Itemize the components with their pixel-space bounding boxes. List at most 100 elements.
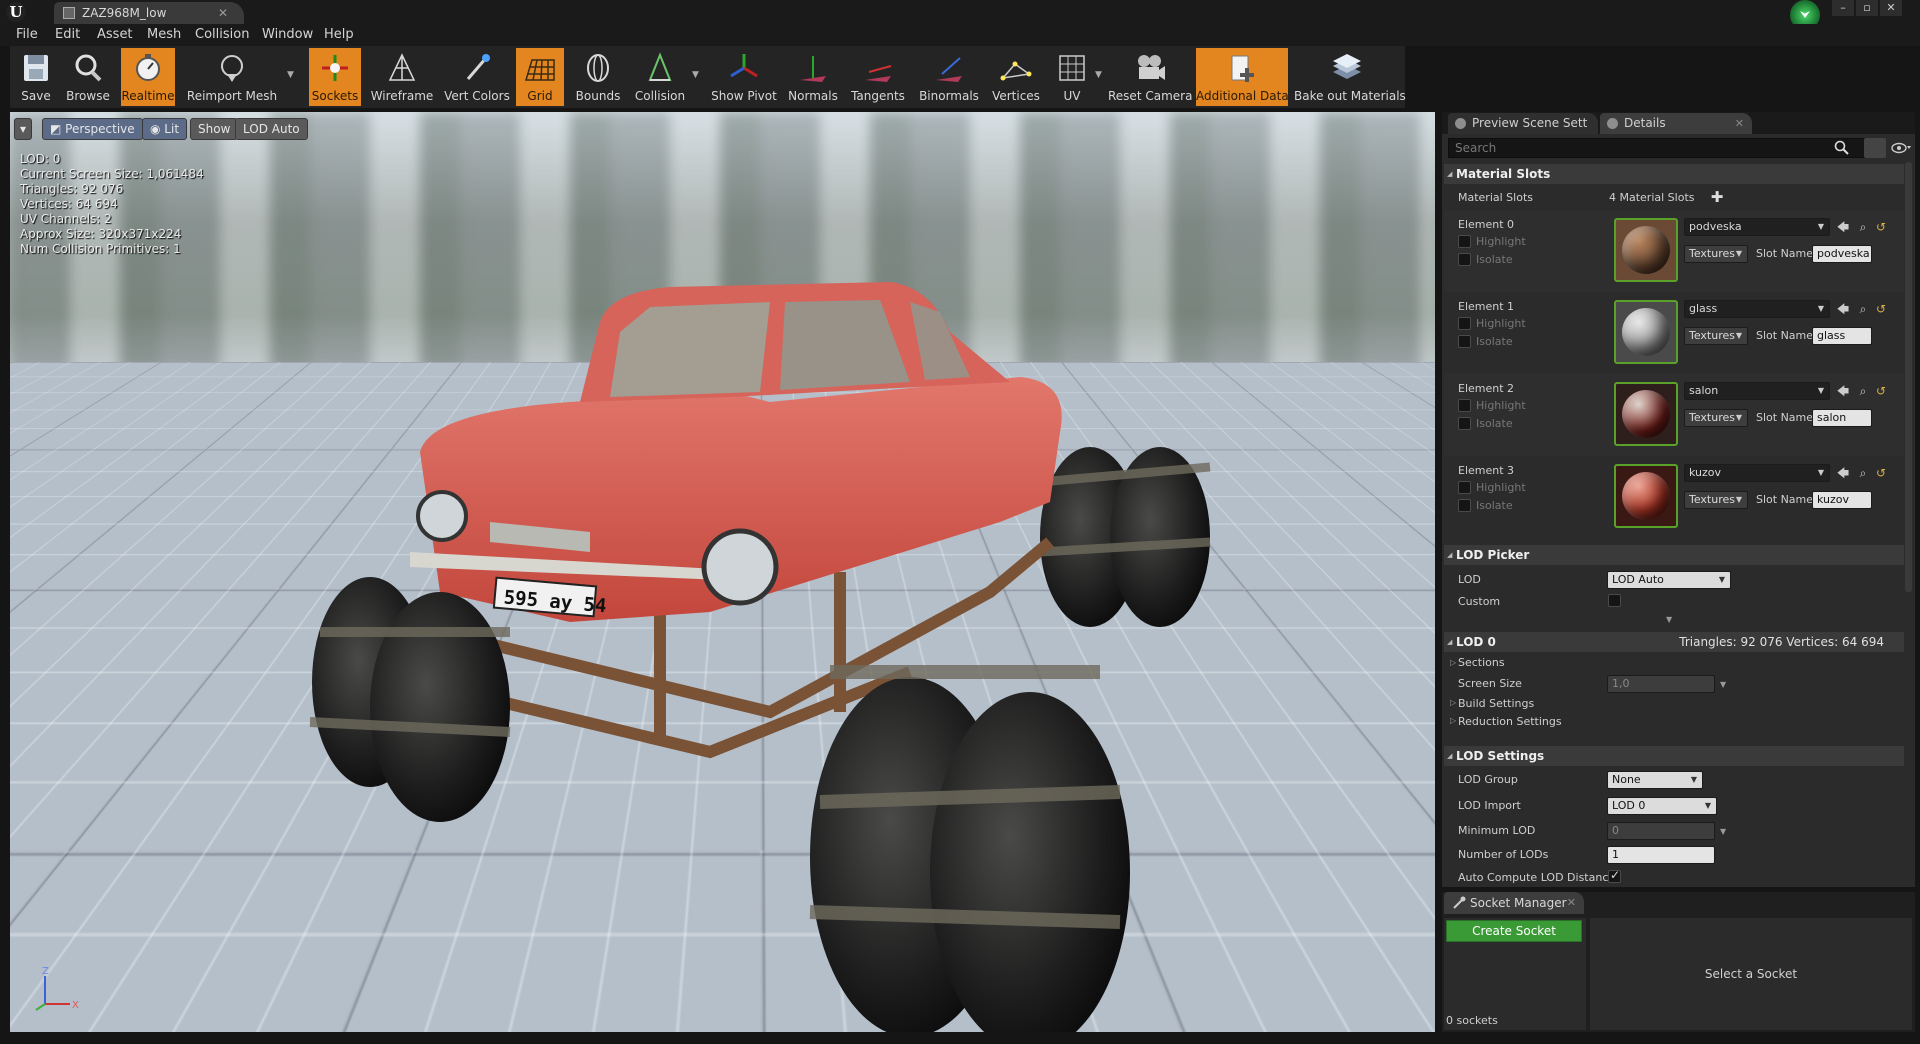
section-lod-picker[interactable]: LOD Picker: [1444, 545, 1904, 565]
highlight-checkbox[interactable]: [1458, 481, 1471, 494]
reset-to-default-icon[interactable]: ↺: [1874, 466, 1888, 480]
additional-data-button[interactable]: Additional Data: [1196, 48, 1289, 106]
menu-window[interactable]: Window: [262, 27, 313, 42]
textures-dropdown[interactable]: Textures: [1684, 409, 1748, 427]
close-tab-icon[interactable]: ✕: [1735, 113, 1744, 134]
menu-edit[interactable]: Edit: [55, 27, 80, 42]
show-pivot-button[interactable]: Show Pivot: [710, 48, 778, 106]
sockets-button[interactable]: Sockets: [309, 48, 361, 106]
highlight-checkbox[interactable]: [1458, 317, 1471, 330]
menu-help[interactable]: Help: [324, 27, 354, 42]
slot-name-input[interactable]: glass: [1812, 327, 1872, 345]
textures-dropdown[interactable]: Textures: [1684, 491, 1748, 509]
browse-button[interactable]: Browse: [62, 48, 114, 106]
material-picker[interactable]: salon: [1684, 382, 1830, 400]
reimport-dropdown-icon[interactable]: ▼: [287, 70, 294, 80]
menu-file[interactable]: File: [16, 27, 38, 42]
details-scrollbar[interactable]: [1905, 162, 1912, 592]
highlight-checkbox[interactable]: [1458, 235, 1471, 248]
create-socket-button[interactable]: Create Socket: [1446, 920, 1582, 942]
browse-asset-icon[interactable]: ⌕: [1856, 220, 1870, 234]
tab-details[interactable]: Details ✕: [1600, 113, 1752, 134]
unreal-logo-icon[interactable]: U: [6, 2, 26, 22]
section-material-slots[interactable]: Material Slots: [1444, 164, 1904, 184]
menu-collision[interactable]: Collision: [195, 27, 249, 42]
screen-size-input[interactable]: 1,0: [1607, 675, 1715, 693]
collision-button[interactable]: Collision: [630, 48, 690, 106]
menu-asset[interactable]: Asset: [97, 27, 133, 42]
reset-to-default-icon[interactable]: ↺: [1874, 302, 1888, 316]
number-of-lods-input[interactable]: 1: [1607, 846, 1715, 864]
viewport-options-button[interactable]: ▾: [14, 118, 33, 140]
material-picker[interactable]: glass: [1684, 300, 1830, 318]
bake-out-materials-button[interactable]: Bake out Materials: [1294, 48, 1406, 106]
isolate-checkbox[interactable]: [1458, 417, 1471, 430]
textures-dropdown[interactable]: Textures: [1684, 245, 1748, 263]
realtime-button[interactable]: Realtime: [121, 48, 175, 106]
collision-dropdown-icon[interactable]: ▼: [692, 70, 699, 80]
isolate-checkbox[interactable]: [1458, 499, 1471, 512]
expand-build-settings-icon[interactable]: ▷: [1450, 698, 1456, 707]
document-tab[interactable]: ZAZ968M_low ✕: [54, 2, 244, 24]
use-selected-arrow-icon[interactable]: 🡄: [1836, 302, 1850, 316]
details-search-input[interactable]: Search: [1448, 138, 1882, 158]
lit-button[interactable]: ◉ Lit: [142, 118, 188, 140]
tangents-button[interactable]: Tangents: [848, 48, 908, 106]
lod-auto-button[interactable]: LOD Auto: [235, 118, 308, 140]
slot-name-input[interactable]: podveska: [1812, 245, 1872, 263]
material-thumbnail[interactable]: [1614, 464, 1678, 528]
isolate-checkbox[interactable]: [1458, 335, 1471, 348]
show-button[interactable]: Show: [190, 118, 239, 140]
reset-camera-button[interactable]: Reset Camera: [1108, 48, 1192, 106]
menu-mesh[interactable]: Mesh: [147, 27, 181, 42]
close-window-button[interactable]: ✕: [1880, 0, 1902, 16]
slot-name-input[interactable]: kuzov: [1812, 491, 1872, 509]
browse-asset-icon[interactable]: ⌕: [1856, 466, 1870, 480]
tab-preview-scene-settings[interactable]: Preview Scene Sett: [1448, 113, 1598, 134]
material-thumbnail[interactable]: [1614, 218, 1678, 282]
expand-advanced-icon[interactable]: ▼: [1666, 615, 1672, 624]
highlight-checkbox[interactable]: [1458, 399, 1471, 412]
eye-icon[interactable]: [1890, 140, 1912, 156]
slot-name-input[interactable]: salon: [1812, 409, 1872, 427]
restore-button[interactable]: ▫: [1856, 0, 1878, 16]
expand-reduction-settings-icon[interactable]: ▷: [1450, 716, 1456, 725]
material-picker[interactable]: kuzov: [1684, 464, 1830, 482]
tab-socket-manager[interactable]: Socket Manager ✕: [1444, 892, 1584, 914]
reset-to-default-icon[interactable]: ↺: [1874, 384, 1888, 398]
section-lod-0[interactable]: LOD 0 Triangles: 92 076 Vertices: 64 694: [1444, 632, 1904, 652]
screen-size-dropdown-icon[interactable]: ▼: [1720, 680, 1726, 689]
reduction-settings-label[interactable]: Reduction Settings: [1458, 715, 1562, 728]
material-thumbnail[interactable]: [1614, 382, 1678, 446]
expand-sections-icon[interactable]: ▷: [1450, 658, 1456, 667]
material-thumbnail[interactable]: [1614, 300, 1678, 364]
minimum-lod-input[interactable]: 0: [1607, 822, 1715, 840]
close-tab-icon[interactable]: ✕: [1567, 892, 1576, 914]
close-tab-icon[interactable]: ✕: [218, 2, 228, 24]
property-matrix-icon[interactable]: [1864, 138, 1886, 158]
binormals-button[interactable]: Binormals: [916, 48, 982, 106]
save-button[interactable]: Save: [10, 48, 62, 106]
normals-button[interactable]: Normals: [784, 48, 842, 106]
browse-asset-icon[interactable]: ⌕: [1856, 302, 1870, 316]
isolate-checkbox[interactable]: [1458, 253, 1471, 266]
lod-group-dropdown[interactable]: None: [1607, 771, 1703, 789]
textures-dropdown[interactable]: Textures: [1684, 327, 1748, 345]
minimize-button[interactable]: –: [1832, 0, 1854, 16]
grid-button[interactable]: Grid: [516, 48, 564, 106]
vertices-button[interactable]: Vertices: [986, 48, 1046, 106]
use-selected-arrow-icon[interactable]: 🡄: [1836, 466, 1850, 480]
vert-colors-button[interactable]: Vert Colors: [442, 48, 512, 106]
reset-to-default-icon[interactable]: ↺: [1874, 220, 1888, 234]
perspective-button[interactable]: ◩ Perspective: [42, 118, 143, 140]
use-selected-arrow-icon[interactable]: 🡄: [1836, 384, 1850, 398]
material-picker[interactable]: podveska: [1684, 218, 1830, 236]
sections-label[interactable]: Sections: [1458, 656, 1505, 669]
reimport-mesh-button[interactable]: Reimport Mesh: [182, 48, 282, 106]
uv-dropdown-icon[interactable]: ▼: [1095, 70, 1102, 80]
section-lod-settings[interactable]: LOD Settings: [1444, 746, 1904, 766]
custom-checkbox[interactable]: [1608, 594, 1621, 607]
add-material-slot-icon[interactable]: ✚: [1710, 190, 1724, 205]
auto-compute-lod-checkbox[interactable]: [1608, 868, 1621, 883]
lod-import-dropdown[interactable]: LOD 0: [1607, 797, 1717, 815]
